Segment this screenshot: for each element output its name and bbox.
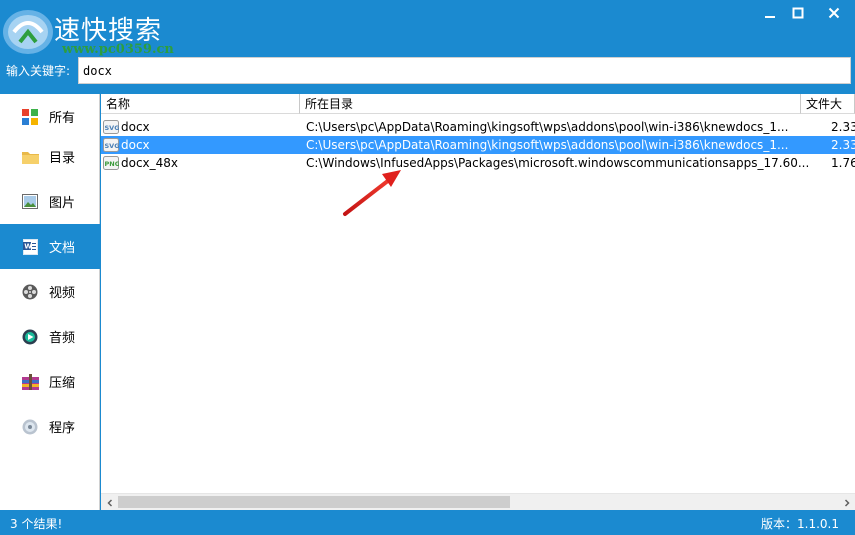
sidebar-item-documents[interactable]: W 文档 <box>0 224 100 269</box>
sidebar-item-label: 压缩 <box>49 376 76 391</box>
search-label: 输入关键字: <box>6 64 71 78</box>
file-directory: C:\Users\pc\AppData\Roaming\kingsoft\wps… <box>306 138 789 152</box>
chevron-left-icon <box>106 498 112 507</box>
maximize-button[interactable] <box>781 0 815 26</box>
file-name: docx_48x <box>121 156 179 170</box>
svg-text:SVG: SVG <box>105 142 120 150</box>
results-list[interactable]: 名称 所在目录 文件大 SVG docx C:\Users\pc\AppData… <box>101 94 855 510</box>
file-directory: C:\Windows\InfusedApps\Packages\microsof… <box>306 156 810 170</box>
watermark-site: www.pc0359.cn <box>62 42 174 57</box>
file-size: 1.76 <box>831 156 855 170</box>
close-icon <box>828 7 840 19</box>
category-sidebar: 所有 目录 图片 W 文档 视频 音频 压缩 程序 <box>0 94 100 510</box>
sidebar-item-all[interactable]: 所有 <box>0 94 100 139</box>
sidebar-item-archive[interactable]: 压缩 <box>0 359 100 404</box>
svg-text:PNG: PNG <box>105 160 120 168</box>
search-input[interactable] <box>78 57 851 84</box>
maximize-icon <box>792 7 804 19</box>
table-row[interactable]: PNG docx_48x C:\Windows\InfusedApps\Pack… <box>101 154 855 172</box>
version-label: 版本：1.1.0.1 <box>761 517 839 531</box>
file-size: 2.33 <box>831 120 855 134</box>
sidebar-item-label: 图片 <box>49 196 76 211</box>
film-reel-icon <box>21 283 39 301</box>
sidebar-item-directory[interactable]: 目录 <box>0 134 100 179</box>
sidebar-item-audio[interactable]: 音频 <box>0 314 100 359</box>
audio-icon <box>21 328 39 346</box>
scroll-left-button[interactable] <box>101 494 118 511</box>
sidebar-item-label: 音频 <box>49 331 76 346</box>
horizontal-scrollbar[interactable] <box>101 493 855 510</box>
sidebar-item-label: 程序 <box>49 421 76 436</box>
minimize-icon <box>765 16 775 18</box>
file-name: docx <box>121 120 150 134</box>
table-row[interactable]: SVG docx C:\Users\pc\AppData\Roaming\kin… <box>101 118 855 136</box>
document-icon: W <box>21 238 39 256</box>
sidebar-item-label: 所有 <box>49 111 76 126</box>
file-size: 2.33 <box>831 138 855 152</box>
program-disc-icon <box>21 418 39 436</box>
app-logo-icon <box>0 2 60 58</box>
sidebar-item-label: 视频 <box>49 286 76 301</box>
close-button[interactable] <box>817 0 851 26</box>
sidebar-item-label: 目录 <box>49 151 76 166</box>
file-name: docx <box>121 138 150 152</box>
svg-file-icon: SVG <box>103 138 120 152</box>
title-bar[interactable]: 速快搜索 www.pc0359.cn <box>0 0 855 58</box>
table-row[interactable]: SVG docx C:\Users\pc\AppData\Roaming\kin… <box>101 136 855 154</box>
sidebar-item-images[interactable]: 图片 <box>0 179 100 224</box>
svg-file-icon: SVG <box>103 120 120 134</box>
png-file-icon: PNG <box>103 156 120 170</box>
status-bar: 3 个结果! 版本：1.1.0.1 <box>0 510 855 535</box>
chevron-right-icon <box>844 498 850 507</box>
column-header-size[interactable]: 文件大 <box>801 94 855 114</box>
grid-icon <box>21 108 39 126</box>
column-header-directory[interactable]: 所在目录 <box>300 94 801 114</box>
sidebar-item-video[interactable]: 视频 <box>0 269 100 314</box>
archive-icon <box>21 373 39 391</box>
file-directory: C:\Users\pc\AppData\Roaming\kingsoft\wps… <box>306 120 789 134</box>
column-header-name[interactable]: 名称 <box>101 94 300 114</box>
svg-text:W: W <box>24 242 32 250</box>
sidebar-item-programs[interactable]: 程序 <box>0 404 100 449</box>
result-count: 3 个结果! <box>10 517 63 531</box>
folder-icon <box>21 148 39 166</box>
sidebar-item-label: 文档 <box>49 241 76 256</box>
image-icon <box>21 193 39 211</box>
scrollbar-thumb[interactable] <box>118 496 510 508</box>
scroll-right-button[interactable] <box>838 494 855 511</box>
svg-text:SVG: SVG <box>105 124 120 132</box>
